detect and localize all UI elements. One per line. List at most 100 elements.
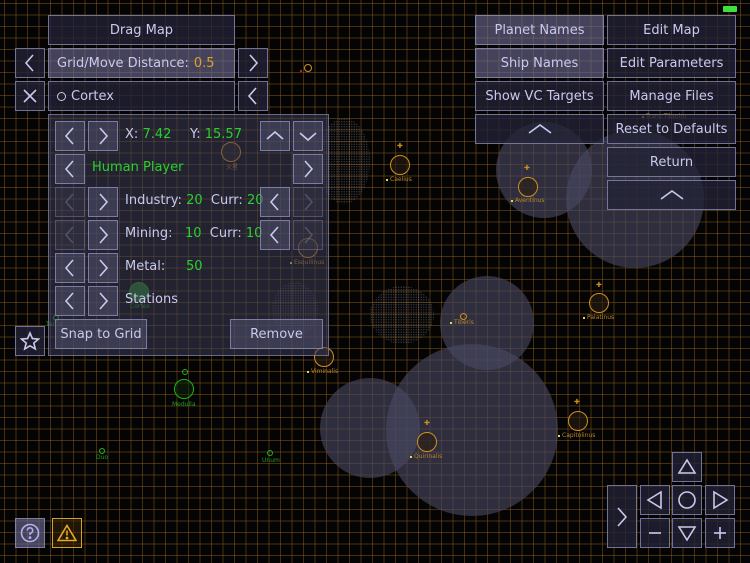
planet[interactable] [568, 411, 588, 431]
chevron-right-icon [304, 226, 314, 244]
remove-button[interactable]: Remove [230, 319, 323, 349]
move-right-button[interactable] [88, 121, 118, 151]
collapse-panel-button[interactable] [238, 81, 268, 111]
planet-marker[interactable] [182, 369, 188, 375]
chevron-left-icon [269, 193, 279, 211]
chevron-left-icon [24, 54, 34, 72]
planet-label: Viminalis [307, 368, 338, 375]
mining-curr-increase-button[interactable] [293, 220, 323, 250]
triangle-down-icon [677, 526, 697, 542]
pan-right-button[interactable] [705, 485, 735, 515]
owner-prev-button[interactable] [55, 154, 85, 184]
owner-next-button[interactable] [293, 154, 323, 184]
chevron-left-icon [64, 292, 74, 310]
stations-label: Stations [125, 292, 178, 307]
influence-zone [320, 378, 420, 478]
chevron-right-icon [99, 259, 109, 277]
chevron-left-icon [269, 226, 279, 244]
drag-map-button[interactable]: Drag Map [48, 15, 235, 45]
planet[interactable] [417, 432, 437, 452]
snap-to-grid-button[interactable]: Snap to Grid [55, 319, 147, 349]
zoom-in-button[interactable] [705, 518, 735, 548]
grid-distance-display[interactable]: Grid/Move Distance: 0.5 [48, 48, 235, 78]
ship-names-label: Ship Names [500, 55, 579, 71]
grid-distance-decrease-button[interactable] [15, 48, 45, 78]
edit-parameters-button[interactable]: Edit Parameters [607, 48, 736, 78]
pan-left-button[interactable] [640, 485, 670, 515]
chevron-right-icon [304, 160, 314, 178]
help-icon [20, 523, 40, 543]
y-coordinate: Y: 15.57 [190, 127, 242, 142]
planet-names-label: Planet Names [494, 22, 585, 38]
industry-curr-increase-button[interactable] [293, 187, 323, 217]
move-down-button[interactable] [293, 121, 323, 151]
industry-increase-button[interactable] [88, 187, 118, 217]
triangle-up-icon [677, 458, 697, 474]
nebula [370, 286, 434, 344]
star-icon [20, 331, 40, 351]
manage-files-button[interactable]: Manage Files [607, 81, 736, 111]
mining-increase-button[interactable] [88, 220, 118, 250]
chevron-up-icon [660, 190, 683, 200]
minus-icon [649, 532, 661, 534]
edit-parameters-label: Edit Parameters [619, 55, 724, 71]
stations-decrease-button[interactable] [55, 286, 85, 316]
selected-object-label: Cortex [71, 88, 114, 104]
center-view-button[interactable] [672, 485, 702, 515]
triangle-right-icon [713, 490, 729, 510]
return-button[interactable]: Return [607, 147, 736, 177]
mining-readout: Mining: 10 Curr: 10 [125, 226, 263, 241]
industry-decrease-button[interactable] [55, 187, 85, 217]
industry-curr-decrease-button[interactable] [260, 187, 290, 217]
chevron-right-icon [617, 506, 628, 527]
mining-curr-decrease-button[interactable] [260, 220, 290, 250]
ship-names-button[interactable]: Ship Names [475, 48, 604, 78]
station-icon: ✚ [397, 142, 403, 150]
planet[interactable] [589, 293, 609, 313]
grid-distance-increase-button[interactable] [238, 48, 268, 78]
metal-decrease-button[interactable] [55, 253, 85, 283]
favorite-button[interactable] [15, 326, 45, 356]
snap-to-grid-label: Snap to Grid [60, 326, 142, 342]
chevron-right-icon [99, 193, 109, 211]
drag-map-label: Drag Map [109, 22, 174, 38]
planet-marker[interactable] [304, 64, 312, 72]
planet-label: Aventinus [511, 197, 545, 204]
mining-decrease-button[interactable] [55, 220, 85, 250]
chevron-down-icon [299, 132, 317, 142]
chevron-left-icon [64, 226, 74, 244]
collapse-left-menu-button[interactable] [475, 114, 604, 144]
collapse-nav-button[interactable] [607, 485, 637, 548]
planet[interactable] [174, 379, 194, 399]
zoom-out-button[interactable] [640, 518, 670, 548]
station-icon: ✚ [424, 419, 430, 427]
selected-object-field[interactable]: Cortex [48, 81, 235, 111]
planet-names-button[interactable]: Planet Names [475, 15, 604, 45]
chevron-left-icon [64, 259, 74, 277]
planet-label: Medulla [172, 401, 196, 408]
move-left-button[interactable] [55, 121, 85, 151]
return-label: Return [649, 154, 694, 170]
metal-increase-button[interactable] [88, 253, 118, 283]
pan-down-button[interactable] [672, 518, 702, 548]
move-up-button[interactable] [260, 121, 290, 151]
reset-defaults-button[interactable]: Reset to Defaults [607, 114, 736, 144]
collapse-right-menu-button[interactable] [607, 180, 736, 210]
warning-button[interactable] [52, 518, 82, 548]
planet-marker[interactable] [267, 450, 273, 456]
planet-label: Duo [96, 454, 109, 461]
planet[interactable] [390, 155, 410, 175]
chevron-right-icon [304, 193, 314, 211]
ship-marker [300, 70, 302, 72]
grid-distance-value: 0.5 [193, 55, 215, 71]
edit-map-button[interactable]: Edit Map [607, 15, 736, 45]
show-vc-targets-button[interactable]: Show VC Targets [475, 81, 604, 111]
deselect-button[interactable] [15, 81, 45, 111]
chevron-up-icon [528, 124, 551, 134]
chevron-up-icon [266, 130, 284, 140]
planet[interactable] [518, 177, 538, 197]
stations-increase-button[interactable] [88, 286, 118, 316]
pan-up-button[interactable] [672, 452, 702, 482]
planet-label: Quirinalis [410, 453, 442, 460]
help-button[interactable] [15, 518, 45, 548]
